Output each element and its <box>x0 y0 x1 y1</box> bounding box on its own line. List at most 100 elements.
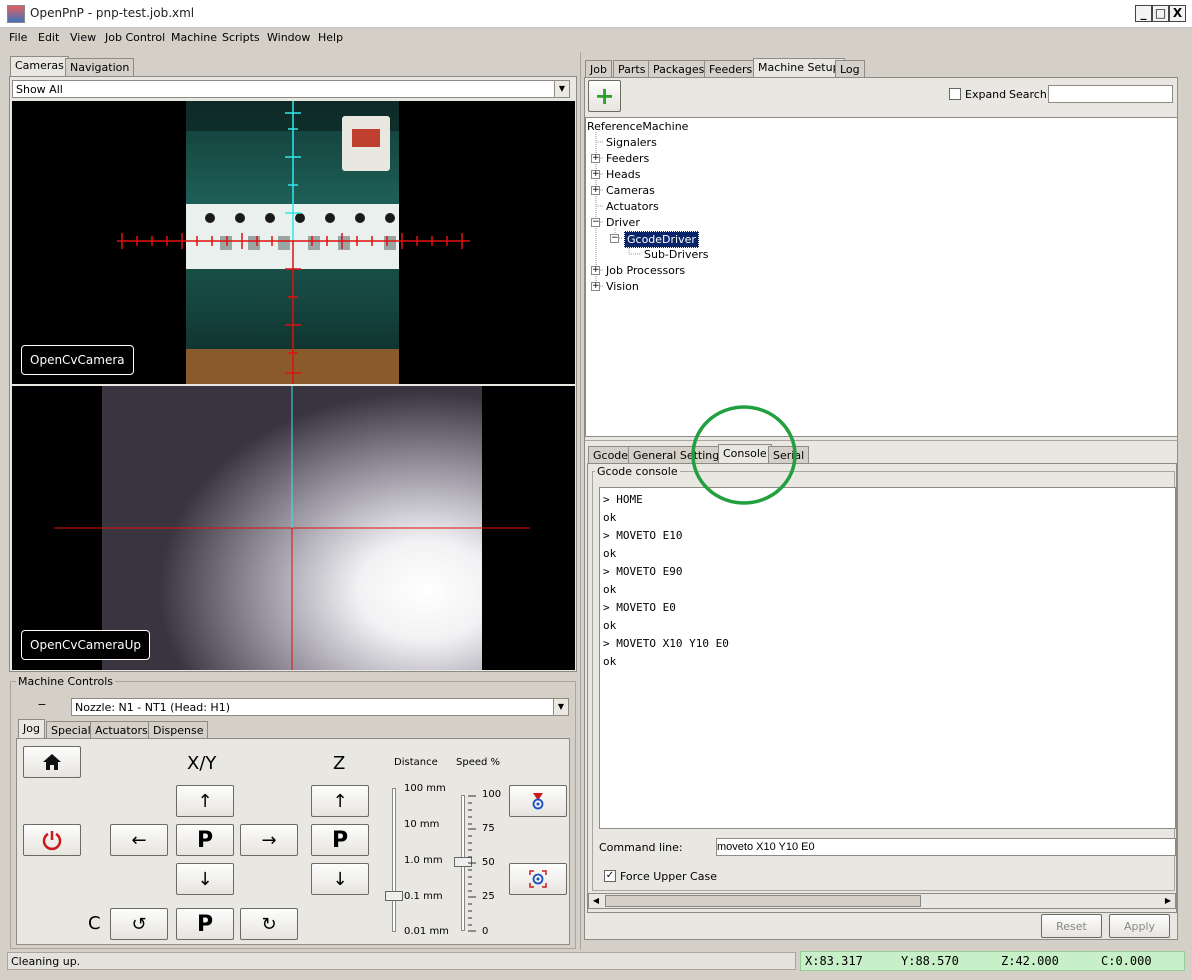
console-line: > MOVETO E10 <box>603 529 683 542</box>
distance-tick-0-1: 0.1 mm <box>404 891 443 902</box>
menu-bar: File Edit View Job Control Machine Scrip… <box>0 28 1192 48</box>
coord-z: Z:42.000 <box>1001 954 1059 968</box>
expand-icon[interactable]: + <box>591 154 600 163</box>
search-input[interactable] <box>1048 85 1173 103</box>
tab-feeders[interactable]: Feeders <box>704 60 758 78</box>
tab-navigation[interactable]: Navigation <box>65 58 135 76</box>
expand-icon[interactable]: + <box>591 282 600 291</box>
rotate-cw-button[interactable]: ↻ <box>240 908 298 940</box>
menu-view[interactable]: View <box>70 31 96 44</box>
jog-x-minus-button[interactable]: ← <box>110 824 168 856</box>
collapse-icon[interactable]: − <box>591 218 600 227</box>
jog-z-minus-button[interactable]: ↓ <box>311 863 369 895</box>
collapse-icon[interactable]: − <box>36 699 48 712</box>
tab-machine-setup[interactable]: Machine Setup <box>753 58 845 78</box>
nozzle-select-value: Nozzle: N1 - NT1 (Head: H1) <box>75 701 230 714</box>
coord-x: X:83.317 <box>805 954 863 968</box>
tree-node-driver[interactable]: Driver <box>606 216 640 229</box>
camera-view-top[interactable]: OpenCvCamera <box>12 101 575 384</box>
park-c-button[interactable]: P <box>176 908 234 940</box>
tree-node-root[interactable]: ReferenceMachine <box>587 120 688 133</box>
nozzle-icon <box>532 793 544 810</box>
expand-icon[interactable]: + <box>591 266 600 275</box>
tree-node-vision[interactable]: Vision <box>606 280 639 293</box>
c-label: C <box>88 913 101 934</box>
menu-edit[interactable]: Edit <box>38 31 59 44</box>
expand-icon[interactable]: + <box>591 170 600 179</box>
distance-tick-10: 10 mm <box>404 819 440 830</box>
tree-node-feeders[interactable]: Feeders <box>606 152 649 165</box>
expand-checkbox[interactable] <box>949 88 961 100</box>
gcode-console-output[interactable]: > HOME ok > MOVETO E10 ok > MOVETO E90 o… <box>599 487 1176 829</box>
command-line-input[interactable] <box>716 838 1176 856</box>
tree-node-gcodedriver[interactable]: GcodeDriver <box>624 231 699 248</box>
jog-y-plus-button[interactable]: ↑ <box>176 785 234 817</box>
tree-node-actuators[interactable]: Actuators <box>606 200 659 213</box>
park-xy-button[interactable]: P <box>176 824 234 856</box>
arrow-up-icon: ↑ <box>197 790 213 812</box>
tab-gcode[interactable]: Gcode <box>588 446 634 464</box>
tab-job[interactable]: Job <box>585 60 612 78</box>
chevron-down-icon[interactable]: ▼ <box>553 699 568 715</box>
close-button[interactable]: X <box>1169 5 1186 22</box>
horizontal-scrollbar[interactable]: ◀ ▶ <box>588 893 1176 909</box>
tab-dispense[interactable]: Dispense <box>148 721 209 739</box>
jog-x-plus-button[interactable]: → <box>240 824 298 856</box>
tab-parts[interactable]: Parts <box>613 60 651 78</box>
menu-help[interactable]: Help <box>318 31 343 44</box>
maximize-button[interactable]: □ <box>1152 5 1169 22</box>
tab-log[interactable]: Log <box>835 60 865 78</box>
speed-tick-100: 100 <box>482 789 502 800</box>
force-upper-case-checkbox[interactable]: ✓ <box>604 870 616 882</box>
reset-button[interactable]: Reset <box>1041 914 1102 938</box>
tree-node-signalers[interactable]: Signalers <box>606 136 657 149</box>
rotate-ccw-button[interactable]: ↺ <box>110 908 168 940</box>
jog-tabs: Jog Special Actuators Dispense <box>18 719 248 739</box>
apply-button[interactable]: Apply <box>1109 914 1170 938</box>
z-label: Z <box>333 753 346 774</box>
park-z-button[interactable]: P <box>311 824 369 856</box>
camera-feed-top <box>117 101 470 384</box>
menu-file[interactable]: File <box>9 31 27 44</box>
tree-node-sub-drivers[interactable]: Sub-Drivers <box>644 248 709 261</box>
machine-tree: ReferenceMachine Signalers + Feeders + H… <box>585 117 1178 437</box>
left-tabs: Cameras Navigation <box>10 56 135 78</box>
nozzle-select[interactable]: Nozzle: N1 - NT1 (Head: H1) ▼ <box>71 698 569 716</box>
scroll-left-icon[interactable]: ◀ <box>589 894 603 908</box>
menu-window[interactable]: Window <box>267 31 310 44</box>
tab-actuators[interactable]: Actuators <box>90 721 153 739</box>
expand-icon[interactable]: + <box>591 186 600 195</box>
menu-job-control[interactable]: Job Control <box>105 31 165 44</box>
collapse-icon[interactable]: − <box>610 234 619 243</box>
tree-node-cameras[interactable]: Cameras <box>606 184 655 197</box>
tab-cameras[interactable]: Cameras <box>10 56 69 76</box>
tree-node-job-processors[interactable]: Job Processors <box>606 264 685 277</box>
console-line: > MOVETO E90 <box>603 565 683 578</box>
menu-scripts[interactable]: Scripts <box>222 31 260 44</box>
minimize-button[interactable]: _ <box>1135 5 1152 22</box>
console-line: > MOVETO X10 Y10 E0 <box>603 637 729 650</box>
camera-position-button[interactable] <box>509 863 567 895</box>
distance-slider-track[interactable] <box>392 788 396 932</box>
tab-special[interactable]: Special <box>46 721 96 739</box>
camera-feed-bottom <box>54 386 530 670</box>
scroll-right-icon[interactable]: ▶ <box>1161 894 1175 908</box>
coord-y: Y:88.570 <box>901 954 959 968</box>
chevron-down-icon[interactable]: ▼ <box>554 81 569 97</box>
camera-select[interactable]: Show All ▼ <box>12 80 570 98</box>
camera-view-bottom[interactable]: OpenCvCameraUp <box>12 386 575 670</box>
tab-packages[interactable]: Packages <box>648 60 710 78</box>
scrollbar-thumb[interactable] <box>605 895 921 907</box>
jog-z-plus-button[interactable]: ↑ <box>311 785 369 817</box>
jog-y-minus-button[interactable]: ↓ <box>176 863 234 895</box>
add-button[interactable]: + <box>588 80 621 112</box>
tab-jog[interactable]: Jog <box>18 719 45 739</box>
home-button[interactable] <box>23 746 81 778</box>
coordinates-display: X:83.317 Y:88.570 Z:42.000 C:0.000 <box>800 951 1185 971</box>
tree-node-heads[interactable]: Heads <box>606 168 641 181</box>
nozzle-camera-button[interactable] <box>509 785 567 817</box>
distance-slider-thumb[interactable] <box>385 891 403 901</box>
menu-machine[interactable]: Machine <box>171 31 217 44</box>
split-pane-divider[interactable] <box>585 440 1178 443</box>
power-button[interactable] <box>23 824 81 856</box>
